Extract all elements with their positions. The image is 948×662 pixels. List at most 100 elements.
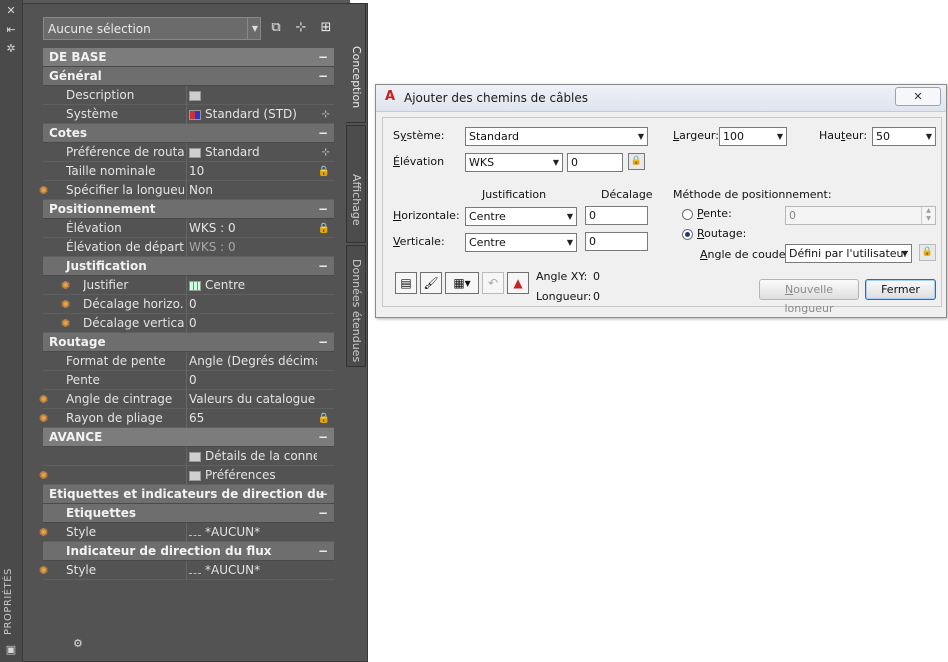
property-row[interactable]: Détails de la connexi... <box>43 447 334 466</box>
tab-donnees-etendues[interactable]: Données étendues <box>346 245 366 367</box>
property-value[interactable]: 0 <box>189 314 317 333</box>
tab-affichage[interactable]: Affichage <box>346 125 366 243</box>
property-row[interactable]: Élévation de départ WKS : 0 <box>43 238 334 257</box>
collapse-icon[interactable]: − <box>318 48 328 67</box>
elevation-mode-dropdown[interactable]: WKS ▼ <box>465 153 563 172</box>
verticale-offset-input[interactable]: 0 <box>585 232 648 251</box>
category-header[interactable]: Indicateur de direction du flux − <box>43 542 334 561</box>
property-row[interactable]: Taille nominale 10 🔒 <box>43 162 334 181</box>
category-header[interactable]: Général − <box>43 67 334 86</box>
property-row[interactable]: ✺ Spécifier la longueu... Non <box>39 181 334 200</box>
pente-radio[interactable] <box>682 209 693 220</box>
routage-radio[interactable] <box>682 229 693 240</box>
collapse-icon[interactable]: − <box>318 200 328 219</box>
collapse-icon[interactable]: − <box>318 67 328 86</box>
property-row[interactable]: Élévation WKS : 0 🔒 <box>43 219 334 238</box>
justify-menu-icon[interactable]: ▦▾ <box>445 272 479 294</box>
property-value[interactable]: Standard <box>189 143 317 162</box>
property-value[interactable]: Angle (Degrés décimaux) <box>189 352 317 371</box>
close-icon[interactable]: ✕ <box>4 4 18 18</box>
property-value[interactable]: WKS : 0 <box>189 238 317 257</box>
property-value[interactable]: 0 <box>189 295 317 314</box>
property-label: Préférence de routa... <box>66 145 184 159</box>
collapse-icon[interactable]: − <box>318 428 328 447</box>
close-button[interactable]: ✕ <box>895 87 941 106</box>
category-header[interactable]: Justification − <box>43 257 334 276</box>
palette-menu-icon[interactable]: ▣ <box>4 643 18 657</box>
property-row[interactable]: ✺ Style *AUCUN* <box>39 523 334 542</box>
property-value[interactable]: *AUCUN* <box>189 523 317 542</box>
property-row[interactable]: ✺ Décalage horizo... 0 <box>43 295 334 314</box>
edit-properties-icon[interactable]: ▤ <box>395 272 417 294</box>
property-value[interactable]: 65 <box>189 409 317 428</box>
property-value[interactable]: *AUCUN* <box>189 561 317 580</box>
category-header[interactable]: Etiquettes et indicateurs de direction d… <box>43 485 334 520</box>
justification-header: Justification <box>482 188 547 201</box>
angle-lock-icon[interactable]: 🔒 <box>919 244 936 261</box>
horizontale-dropdown[interactable]: Centre ▼ <box>465 207 577 226</box>
pick-icon[interactable]: ⊹ <box>322 143 330 162</box>
horizontale-offset-input[interactable]: 0 <box>585 206 648 225</box>
auto-hide-icon[interactable]: ⇤ <box>4 23 18 37</box>
category-header[interactable]: Etiquettes − <box>43 504 334 523</box>
property-value[interactable] <box>189 86 317 105</box>
category-header[interactable]: DE BASE − <box>43 48 334 67</box>
autocad-a-icon[interactable]: ▲ <box>507 272 529 294</box>
property-label: Élévation <box>66 221 122 235</box>
property-row[interactable]: Format de pente Angle (Degrés décimaux) <box>43 352 334 371</box>
select-objects-icon[interactable]: ⊹ <box>293 20 309 36</box>
tab-conception[interactable]: Conception <box>346 3 366 123</box>
toggle-pickadd-icon[interactable]: ⊞ <box>318 20 334 36</box>
property-row[interactable]: ✺ Style *AUCUN* <box>39 561 334 580</box>
property-value[interactable]: Valeurs du catalogue <box>189 390 317 409</box>
property-row[interactable]: Pente 0 <box>43 371 334 390</box>
undo-icon[interactable]: ↶ <box>482 272 504 294</box>
property-row[interactable]: ✺ Rayon de pliage 65 🔒 <box>39 409 334 428</box>
property-row[interactable]: ✺ Décalage vertical 0 <box>43 314 334 333</box>
category-header[interactable]: Cotes − <box>43 124 334 143</box>
pente-input[interactable]: 0 ▲ ▼ <box>785 206 936 225</box>
verticale-dropdown[interactable]: Centre ▼ <box>465 233 577 252</box>
property-label: Justifier <box>83 278 129 292</box>
quick-select-icon[interactable]: ⧉ <box>268 20 284 36</box>
property-row[interactable]: Système Standard (STD) ⊹ <box>43 105 334 124</box>
pick-icon[interactable]: ⊹ <box>322 105 330 124</box>
category-header[interactable]: Positionnement − <box>43 200 334 219</box>
nouvelle-longueur-button[interactable]: Nouvelle longueur <box>759 279 859 315</box>
property-value[interactable]: Non <box>189 181 317 200</box>
property-row[interactable]: Description <box>43 86 334 105</box>
selection-dropdown[interactable]: Aucune sélection <box>43 17 261 40</box>
property-value[interactable]: 10 <box>189 162 317 181</box>
properties-panel: Aucune sélection ▼ ⧉ ⊹ ⊞ DE BASE − Général… <box>22 3 368 662</box>
property-value[interactable]: Centre <box>189 276 317 295</box>
property-row[interactable]: ✺ Préférences <box>39 466 334 485</box>
collapse-icon[interactable]: − <box>318 257 328 276</box>
property-value[interactable]: Standard (STD) <box>189 105 317 124</box>
collapse-icon[interactable]: − <box>318 333 328 352</box>
property-value[interactable]: WKS : 0 <box>189 219 317 238</box>
property-value[interactable]: Détails de la connexi... <box>189 447 317 466</box>
match-properties-icon[interactable]: 🖌 <box>420 272 442 294</box>
elevation-lock-icon[interactable]: 🔒 <box>628 153 645 170</box>
property-row[interactable]: Préférence de routa... Standard ⊹ <box>43 143 334 162</box>
settings-icon[interactable]: ✲ <box>4 42 18 56</box>
collapse-icon[interactable]: − <box>318 504 328 523</box>
category-header[interactable]: AVANCE − <box>43 428 334 447</box>
property-row[interactable]: ✺ Justifier Centre <box>43 276 334 295</box>
fermer-button[interactable]: Fermer <box>865 279 936 300</box>
elevation-input[interactable]: 0 <box>567 153 623 172</box>
property-value[interactable]: Préférences <box>189 466 317 485</box>
property-value[interactable]: 0 <box>189 371 317 390</box>
collapse-icon[interactable]: − <box>318 542 328 561</box>
collapse-icon[interactable]: − <box>318 485 328 504</box>
collapse-icon[interactable]: − <box>318 124 328 143</box>
chevron-down-icon[interactable]: ▼ <box>247 17 262 40</box>
largeur-dropdown[interactable]: 100 ▼ <box>719 127 787 146</box>
category-header[interactable]: Routage − <box>43 333 334 352</box>
filter-icon[interactable]: ⚙ <box>73 637 83 650</box>
property-row[interactable]: ✺ Angle de cintrage Valeurs du catalogue <box>39 390 334 409</box>
systeme-dropdown[interactable]: Standard ▼ <box>465 127 648 146</box>
column-divider <box>186 352 187 371</box>
hauteur-dropdown[interactable]: 50 ▼ <box>872 127 936 146</box>
angle-coude-dropdown[interactable]: Défini par l'utilisateur ▼ <box>785 244 912 263</box>
